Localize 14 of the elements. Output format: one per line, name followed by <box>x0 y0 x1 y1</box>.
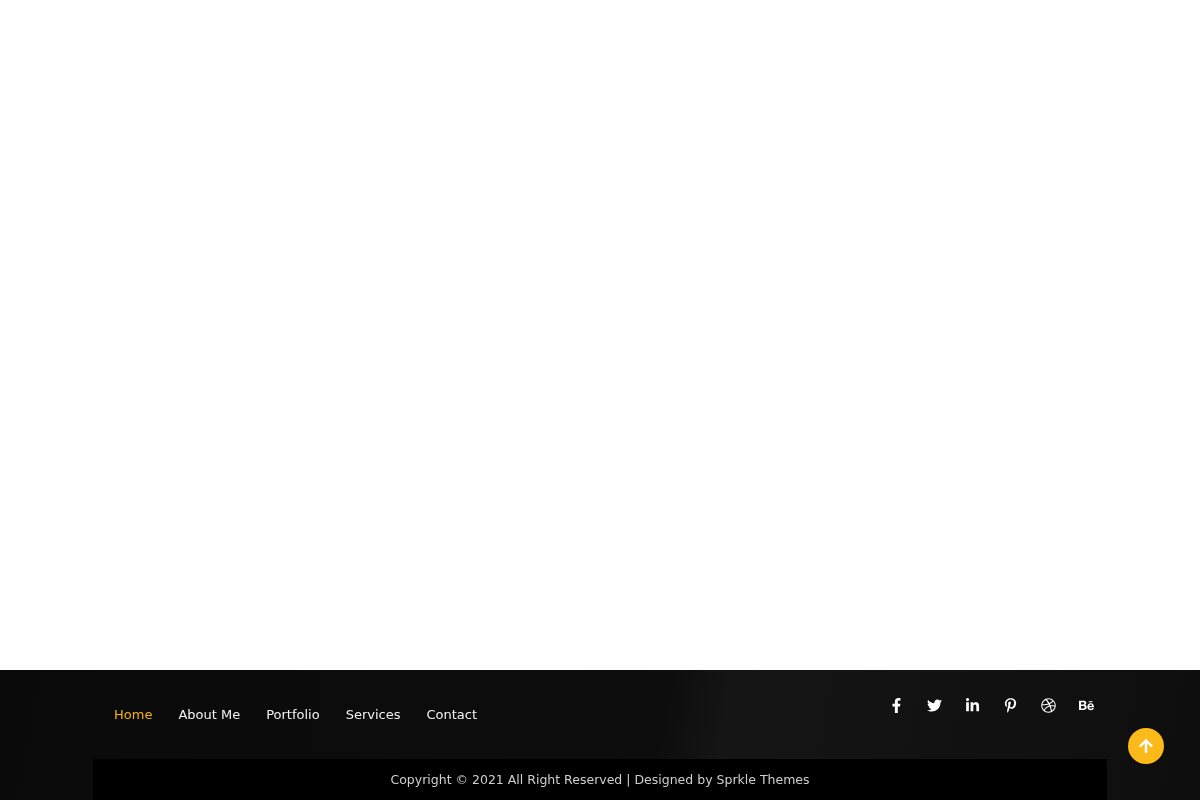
behance-icon[interactable] <box>1079 698 1094 713</box>
dribbble-icon[interactable] <box>1041 698 1056 713</box>
copyright-text: Copyright © 2021 All Right Reserved | Designed by Sprkle Themes <box>390 772 810 787</box>
pinterest-icon[interactable] <box>1003 698 1018 713</box>
nav-link[interactable]: Portfolio <box>266 707 320 722</box>
scroll-top-button[interactable] <box>1128 728 1164 764</box>
nav-link[interactable]: Services <box>345 707 401 722</box>
facebook-icon[interactable] <box>889 698 904 713</box>
arrow-up-icon <box>1138 738 1154 754</box>
nav-link[interactable]: Contact <box>426 707 478 722</box>
linkedin-icon[interactable] <box>965 698 980 713</box>
nav-link[interactable]: Home <box>114 707 153 722</box>
twitter-icon[interactable] <box>927 698 942 713</box>
nav-link[interactable]: About Me <box>178 707 241 722</box>
